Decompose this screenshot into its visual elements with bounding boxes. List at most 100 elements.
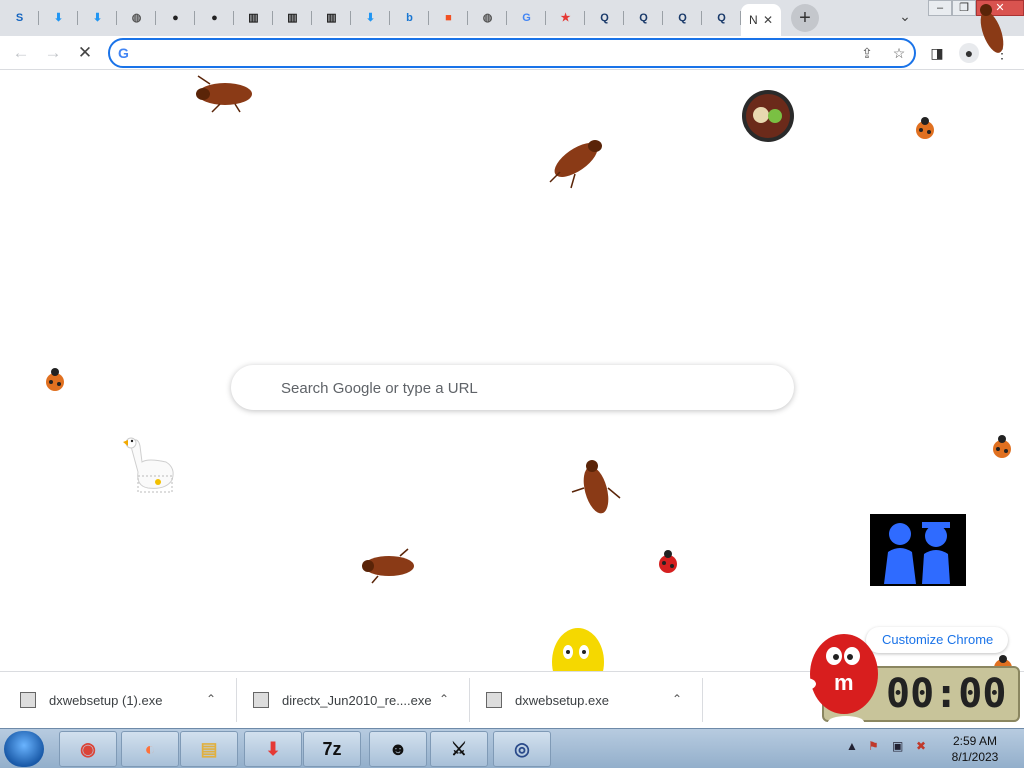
taskbar-app-button[interactable]: ⬇ bbox=[244, 731, 302, 767]
screen: S ⬇ ⬇ ◍ ● ● ▥ ▥ ▥ ⬇ b ■ ◍ G ★ Q Q Q Q N ✕ + ⌄ – ❐ ✕ ← → ✕ … bbox=[0, 0, 1024, 768]
microsoft-icon: ■ bbox=[445, 12, 452, 24]
download-item[interactable]: directx_Jun2010_re....exe ⌃ bbox=[233, 672, 469, 728]
s-logo-icon: S bbox=[15, 12, 24, 24]
star-icon: ★ bbox=[560, 12, 571, 24]
taskbar-app-button[interactable]: 7z bbox=[303, 731, 361, 767]
network-icon[interactable]: ▣ bbox=[892, 739, 903, 753]
archive-icon: ▥ bbox=[248, 12, 259, 24]
back-button[interactable]: ← bbox=[10, 42, 32, 64]
download-item[interactable]: dxwebsetup (1).exe ⌃ bbox=[0, 672, 236, 728]
globe-icon: ◍ bbox=[482, 12, 493, 24]
ntp-search-input[interactable] bbox=[281, 377, 771, 399]
tab-search-icon[interactable]: ⌄ bbox=[895, 8, 915, 28]
search-q-icon: Q bbox=[678, 12, 687, 24]
tab-15[interactable]: ★ bbox=[546, 0, 585, 36]
archive-icon: ▥ bbox=[326, 12, 337, 24]
tab-7[interactable]: ▥ bbox=[234, 0, 273, 36]
tab-18[interactable]: Q bbox=[663, 0, 702, 36]
chevron-up-icon[interactable]: ⌃ bbox=[206, 692, 216, 706]
taskbar-app-button[interactable]: ◉ bbox=[59, 731, 117, 767]
svg-text:m: m bbox=[834, 670, 854, 695]
search-q-icon: Q bbox=[639, 12, 648, 24]
ntp-search-box[interactable] bbox=[231, 365, 794, 410]
close-tab-icon[interactable]: ✕ bbox=[763, 13, 773, 27]
tab-9[interactable]: ▥ bbox=[312, 0, 351, 36]
firefox-icon: ◐ bbox=[144, 739, 156, 759]
download-filename: dxwebsetup (1).exe bbox=[49, 692, 163, 708]
magnifier-app-icon: ◎ bbox=[514, 739, 530, 759]
tab-8[interactable]: ▥ bbox=[273, 0, 312, 36]
tab-3[interactable]: ⬇ bbox=[78, 0, 117, 36]
chevron-up-icon[interactable]: ⌃ bbox=[672, 692, 682, 706]
tab-12[interactable]: ■ bbox=[429, 0, 468, 36]
taskbar-app-button[interactable]: ▤ bbox=[180, 731, 238, 767]
tab-13[interactable]: ◍ bbox=[468, 0, 507, 36]
bookmark-star-icon[interactable]: ☆ bbox=[890, 44, 908, 62]
chrome-icon: ◉ bbox=[80, 739, 96, 759]
ladybug-icon bbox=[916, 117, 934, 139]
google-icon: G bbox=[522, 12, 531, 24]
exe-file-icon bbox=[486, 692, 502, 708]
red-mm-character-icon: m bbox=[796, 634, 878, 728]
ladybug-icon bbox=[659, 550, 677, 573]
taskbar-app-button[interactable]: ◎ bbox=[493, 731, 551, 767]
clock-date: 8/1/2023 bbox=[951, 750, 999, 764]
tab-16[interactable]: Q bbox=[585, 0, 624, 36]
action-center-flag-icon[interactable]: ⚑ bbox=[868, 739, 879, 753]
msn-people-icon bbox=[870, 514, 966, 586]
exe-file-icon bbox=[20, 692, 36, 708]
badtz-maru-icon: ☻ bbox=[388, 739, 408, 759]
stop-loading-button[interactable]: ✕ bbox=[74, 42, 96, 64]
exe-file-icon bbox=[253, 692, 269, 708]
tab-5[interactable]: ● bbox=[156, 0, 195, 36]
tab-10[interactable]: ⬇ bbox=[351, 0, 390, 36]
cockroach-icon bbox=[571, 460, 621, 514]
divider bbox=[702, 678, 703, 722]
taskbar-app-button[interactable]: ◐ bbox=[121, 731, 179, 767]
tab-4[interactable]: ◍ bbox=[117, 0, 156, 36]
google-icon: G bbox=[118, 45, 129, 61]
game-badge-icon bbox=[742, 90, 794, 142]
tab-2[interactable]: ⬇ bbox=[39, 0, 78, 36]
search-q-icon: Q bbox=[717, 12, 726, 24]
seven-zip-icon: 7z bbox=[322, 739, 342, 759]
forward-button[interactable]: → bbox=[42, 42, 64, 64]
volume-muted-icon[interactable]: ✖ bbox=[916, 739, 926, 753]
archive-icon: ▥ bbox=[287, 12, 298, 24]
clock-time: 2:59 AM bbox=[952, 734, 998, 748]
address-input[interactable] bbox=[140, 43, 820, 63]
tab-1[interactable]: S bbox=[0, 0, 39, 36]
start-button[interactable] bbox=[4, 731, 44, 767]
goose-icon bbox=[123, 437, 174, 493]
globe-icon: ◍ bbox=[131, 12, 142, 24]
system-clock[interactable]: 2:59 AM 8/1/2023 bbox=[940, 733, 1010, 765]
tab-strip: S ⬇ ⬇ ◍ ● ● ▥ ▥ ▥ ⬇ b ■ ◍ G ★ Q Q Q Q N ✕ + ⌄ – ❐ ✕ bbox=[0, 0, 1024, 36]
share-icon[interactable]: ⇪ bbox=[858, 44, 876, 62]
clock-digits: 00:00 bbox=[886, 671, 1007, 717]
browser-toolbar: ← → ✕ G ⇪ ☆ ◨ ● ⋮ bbox=[0, 36, 1024, 70]
tab-active[interactable]: N ✕ bbox=[741, 4, 781, 36]
bing-icon: b bbox=[406, 12, 413, 24]
chevron-up-icon[interactable]: ⌃ bbox=[439, 692, 449, 706]
taskbar-app-button[interactable]: ☻ bbox=[369, 731, 427, 767]
taskbar-app-button[interactable]: ⚔ bbox=[430, 731, 488, 767]
github-icon: ● bbox=[211, 12, 218, 24]
new-tab-button[interactable]: + bbox=[791, 4, 819, 32]
side-panel-icon[interactable]: ◨ bbox=[927, 43, 947, 63]
github-icon: ● bbox=[172, 12, 179, 24]
download-item[interactable]: dxwebsetup.exe ⌃ bbox=[466, 672, 702, 728]
tab-list: S ⬇ ⬇ ◍ ● ● ▥ ▥ ▥ ⬇ b ■ ◍ G ★ Q Q Q Q bbox=[0, 0, 741, 36]
active-tab-label: N bbox=[749, 13, 758, 27]
tab-19[interactable]: Q bbox=[702, 0, 741, 36]
download-arrow-icon: ⬇ bbox=[365, 12, 376, 24]
omnibox[interactable]: G ⇪ ☆ bbox=[108, 38, 916, 68]
tab-11[interactable]: b bbox=[390, 0, 429, 36]
download-arrow-icon: ⬇ bbox=[92, 12, 103, 24]
file-explorer-icon: ▤ bbox=[200, 739, 218, 759]
tab-14[interactable]: G bbox=[507, 0, 546, 36]
tab-17[interactable]: Q bbox=[624, 0, 663, 36]
minimize-button[interactable]: – bbox=[928, 0, 952, 16]
tab-6[interactable]: ● bbox=[195, 0, 234, 36]
tray-arrow-icon[interactable]: ▲ bbox=[846, 739, 858, 753]
cockroach-icon bbox=[549, 140, 602, 189]
